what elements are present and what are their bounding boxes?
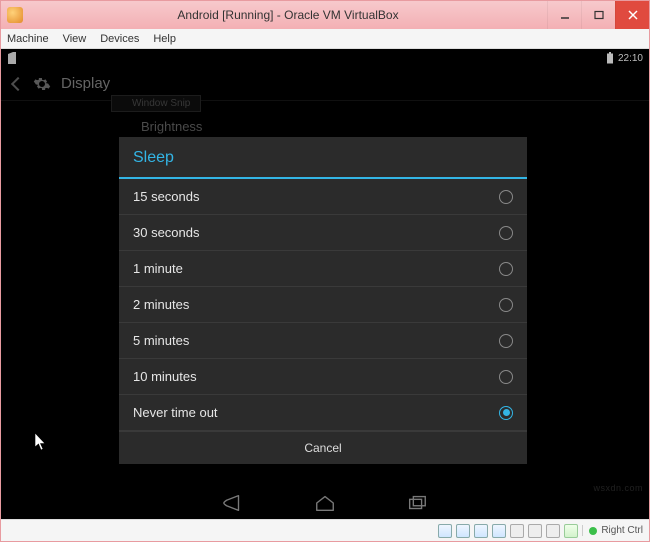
minimize-button[interactable] [547, 1, 581, 29]
android-guest-screen: 22:10 Display Window Snip Brightness Sle… [1, 49, 649, 519]
sleep-option[interactable]: 15 seconds [119, 179, 527, 215]
radio-icon[interactable] [499, 298, 513, 312]
tray-display-icon[interactable] [528, 524, 542, 538]
tray-usb-icon[interactable] [492, 524, 506, 538]
sleep-option[interactable]: 2 minutes [119, 287, 527, 323]
menu-help[interactable]: Help [153, 33, 176, 45]
host-titlebar[interactable]: Android [Running] - Oracle VM VirtualBox [1, 1, 649, 29]
option-label: 15 seconds [133, 189, 200, 204]
radio-icon[interactable] [499, 226, 513, 240]
menu-devices[interactable]: Devices [100, 33, 139, 45]
sleep-option[interactable]: 30 seconds [119, 215, 527, 251]
sleep-option[interactable]: 5 minutes [119, 323, 527, 359]
option-label: 2 minutes [133, 297, 189, 312]
tray-videocap-icon[interactable] [546, 524, 560, 538]
sleep-option[interactable]: Never time out [119, 395, 527, 431]
radio-icon[interactable] [499, 262, 513, 276]
tray-optical-icon[interactable] [456, 524, 470, 538]
radio-icon[interactable] [499, 334, 513, 348]
sleep-dialog: Sleep 15 seconds 30 seconds 1 minute 2 m… [119, 137, 527, 464]
option-label: Never time out [133, 405, 218, 420]
option-label: 10 minutes [133, 369, 197, 384]
option-label: 1 minute [133, 261, 183, 276]
tray-network-icon[interactable] [474, 524, 488, 538]
close-button[interactable] [615, 1, 649, 29]
android-statusbar[interactable]: 22:10 [1, 49, 649, 67]
radio-icon[interactable] [499, 406, 513, 420]
tray-hdd-icon[interactable] [438, 524, 452, 538]
mouse-cursor-icon [35, 433, 47, 451]
host-key-bullet-icon [589, 527, 597, 535]
menu-machine[interactable]: Machine [7, 33, 49, 45]
battery-icon [606, 52, 614, 64]
tray-shared-folder-icon[interactable] [510, 524, 524, 538]
host-key-indicator[interactable]: Right Ctrl [582, 525, 643, 536]
host-statusbar: Right Ctrl [1, 519, 649, 541]
host-key-label: Right Ctrl [601, 525, 643, 536]
window-title: Android [Running] - Oracle VM VirtualBox [29, 8, 547, 22]
maximize-button[interactable] [581, 1, 615, 29]
host-menubar: Machine View Devices Help [1, 29, 649, 49]
radio-icon[interactable] [499, 190, 513, 204]
virtualbox-icon [7, 7, 23, 23]
option-label: 30 seconds [133, 225, 200, 240]
menu-view[interactable]: View [63, 33, 87, 45]
sdcard-icon [7, 52, 17, 64]
sleep-option[interactable]: 1 minute [119, 251, 527, 287]
option-label: 5 minutes [133, 333, 189, 348]
sleep-option[interactable]: 10 minutes [119, 359, 527, 395]
status-time: 22:10 [618, 53, 643, 64]
cancel-button[interactable]: Cancel [119, 431, 527, 464]
tray-mouse-integration-icon[interactable] [564, 524, 578, 538]
watermark-text: wsxdn.com [593, 483, 643, 493]
dialog-title: Sleep [119, 137, 527, 177]
radio-icon[interactable] [499, 370, 513, 384]
host-window: Android [Running] - Oracle VM VirtualBox… [0, 0, 650, 542]
